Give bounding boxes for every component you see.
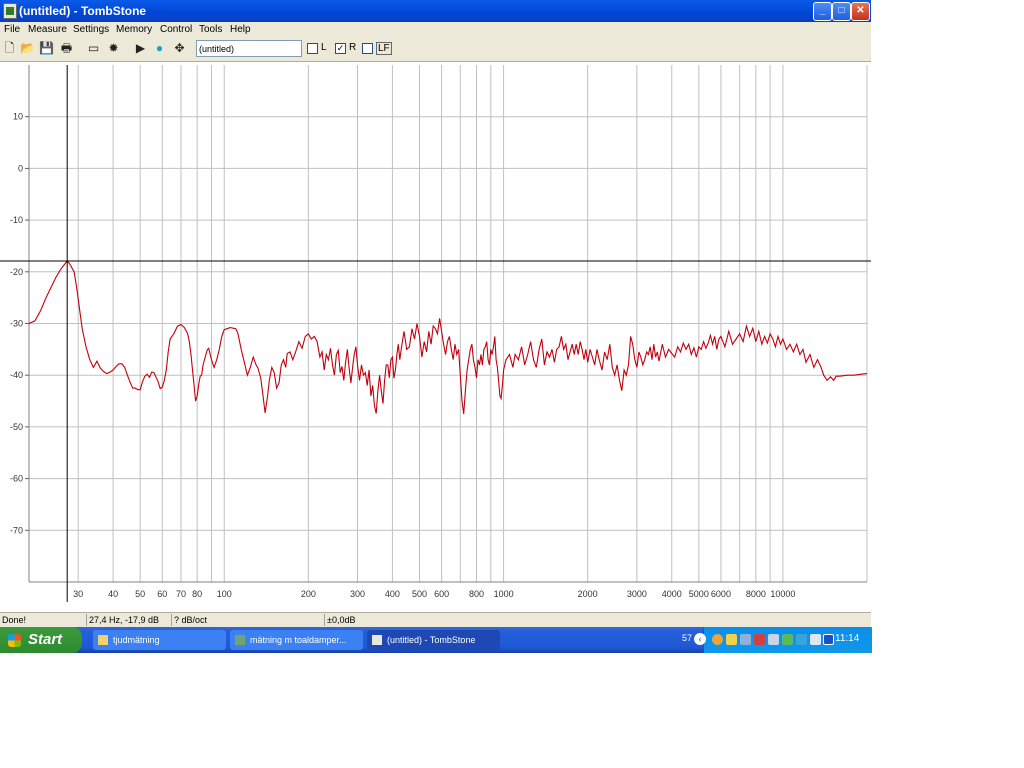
channel-r-label: R	[349, 42, 357, 53]
x-tick-label: 100	[217, 589, 232, 599]
x-tick-label: 4000	[662, 589, 682, 599]
windows-logo-icon	[8, 634, 21, 647]
y-tick-label: 0	[18, 163, 23, 173]
close-button[interactable]: ✕	[851, 2, 870, 21]
x-tick-label: 800	[469, 589, 484, 599]
x-tick-label: 400	[385, 589, 400, 599]
update-icon[interactable]	[796, 634, 807, 645]
menu-file[interactable]: File	[4, 24, 20, 35]
x-tick-label: 500	[412, 589, 427, 599]
frequency-response-curve	[28, 260, 868, 415]
x-tick-label: 40	[108, 589, 118, 599]
frequency-response-plot[interactable]: 10 0 -10 -20 -30 -40 -50 -60 -70 30 40 50 60 70 80 100 2…	[0, 62, 871, 612]
monitor-icon[interactable]	[810, 634, 821, 645]
x-tick-label: 6000	[711, 589, 731, 599]
spectrum-analyzer-icon[interactable]: ●	[152, 41, 167, 56]
y-tick-label: -30	[10, 319, 23, 329]
menu-bar: File Measure Settings Memory Control Too…	[0, 22, 871, 38]
y-tick-label: -50	[10, 422, 23, 432]
menu-memory[interactable]: Memory	[116, 24, 152, 35]
signal-generator-icon[interactable]: ▭	[86, 41, 101, 56]
taskbar: Start tjudmätning mätning m toaldamper..…	[0, 627, 872, 653]
maximize-button[interactable]: □	[832, 2, 851, 21]
x-tick-label: 3000	[627, 589, 647, 599]
window-title: (untitled) - TombStone	[19, 4, 147, 18]
status-smoothing: ? dB/oct	[171, 614, 207, 626]
taskbar-item-image[interactable]: mätning m toaldamper...	[230, 630, 363, 650]
x-tick-label: 50	[135, 589, 145, 599]
tray-hidden-count: 57	[682, 633, 693, 643]
app-window: (untitled) - TombStone _ □ ✕ File Measur…	[0, 0, 871, 627]
y-tick-label: -70	[10, 525, 23, 535]
x-tick-label: 200	[301, 589, 316, 599]
tombstone-app-icon	[372, 635, 382, 645]
display-icon[interactable]	[740, 634, 751, 645]
print-icon[interactable]: 🖶	[59, 41, 74, 56]
taskbar-item-folder[interactable]: tjudmätning	[93, 630, 226, 650]
toolbar: 🗋 📂 💾 🖶 ▭ ✹ ▶ ● ✥ L ✓ R LF	[0, 38, 871, 62]
volume-speaker-icon[interactable]	[768, 634, 779, 645]
y-tick-label: 10	[13, 112, 23, 122]
network-disconnected-icon[interactable]	[754, 634, 765, 645]
x-tick-label: 600	[434, 589, 449, 599]
status-text: Done!	[2, 615, 27, 625]
image-viewer-icon	[235, 635, 245, 645]
x-tick-label: 80	[192, 589, 202, 599]
start-button[interactable]: Start	[0, 627, 82, 653]
play-icon[interactable]: ▶	[133, 41, 148, 56]
x-tick-label: 2000	[578, 589, 598, 599]
x-tick-label: 60	[157, 589, 167, 599]
y-tick-label: -40	[10, 370, 23, 380]
green-status-icon[interactable]	[782, 634, 793, 645]
status-cursor-readout: 27,4 Hz, -17,9 dB	[86, 614, 159, 626]
x-tick-label: 30	[73, 589, 83, 599]
menu-help[interactable]: Help	[230, 24, 251, 35]
x-tick-label: 10000	[770, 589, 795, 599]
system-tray: 57 ‹ 11:14	[682, 627, 872, 653]
taskbar-item-tombstone[interactable]: (untitled) - TombStone	[367, 630, 500, 650]
measurement-name-input[interactable]	[196, 40, 302, 57]
status-bar: Done! 27,4 Hz, -17,9 dB ? dB/oct ±0,0dB	[0, 612, 871, 627]
title-bar[interactable]: (untitled) - TombStone _ □ ✕	[0, 0, 871, 22]
folder-icon	[98, 635, 108, 645]
minimize-button[interactable]: _	[813, 2, 832, 21]
menu-control[interactable]: Control	[160, 24, 192, 35]
channel-l-label: L	[321, 42, 327, 53]
y-tick-label: -60	[10, 474, 23, 484]
x-tick-label: 70	[176, 589, 186, 599]
tombstone-app-icon[interactable]	[3, 3, 17, 19]
tray-expand-chevron-icon[interactable]: ‹	[694, 633, 706, 645]
menu-tools[interactable]: Tools	[199, 24, 222, 35]
channel-l-checkbox[interactable]	[307, 43, 318, 54]
status-offset: ±0,0dB	[324, 614, 355, 626]
taskbar-item-label: (untitled) - TombStone	[387, 635, 476, 645]
y-tick-label: -10	[10, 215, 23, 225]
x-tick-label: 1000	[494, 589, 514, 599]
y-tick-label: -20	[10, 267, 23, 277]
channel-lf-checkbox[interactable]	[362, 43, 373, 54]
clock: 11:14	[835, 633, 860, 644]
x-tick-label: 8000	[746, 589, 766, 599]
x-tick-label: 300	[350, 589, 365, 599]
open-folder-icon[interactable]: 📂	[20, 41, 35, 56]
taskbar-item-label: mätning m toaldamper...	[250, 635, 347, 645]
zoom-axes-icon[interactable]: ✥	[172, 41, 187, 56]
security-shield-icon[interactable]	[726, 634, 737, 645]
menu-settings[interactable]: Settings	[73, 24, 109, 35]
channel-r-checkbox[interactable]: ✓	[335, 43, 346, 54]
new-file-icon[interactable]: 🗋	[2, 41, 17, 56]
channel-lf-label: LF	[376, 42, 392, 55]
network-globe-icon[interactable]	[712, 634, 723, 645]
settings-gear-icon[interactable]: ✹	[106, 41, 121, 56]
start-label: Start	[28, 631, 63, 648]
x-tick-label: 5000	[689, 589, 709, 599]
taskbar-item-label: tjudmätning	[113, 635, 160, 645]
menu-measure[interactable]: Measure	[28, 24, 67, 35]
save-icon[interactable]: 💾	[39, 41, 54, 56]
window-switch-icon[interactable]	[823, 634, 834, 645]
plot-canvas[interactable]: 100-10-20-30-40-50-60-7030 40 50 60 70 80 100 2…	[0, 62, 871, 612]
